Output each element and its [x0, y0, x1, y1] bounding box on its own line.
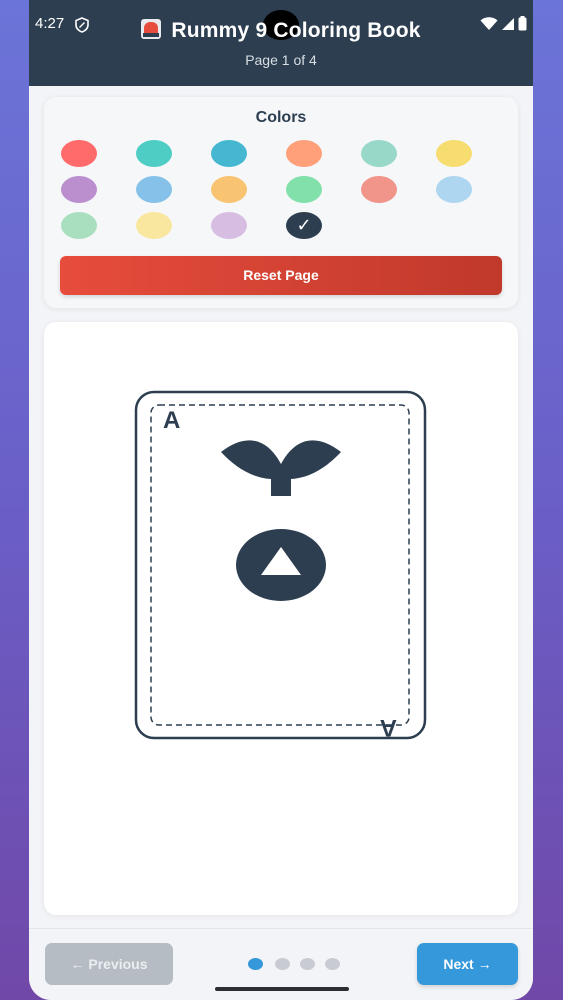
app-header: 4:27 Rummy 9 Coloring Book Page 1 of 4 — [29, 0, 533, 86]
app-title: Rummy 9 Coloring Book — [29, 19, 533, 43]
color-swatch-light-blue[interactable] — [436, 176, 472, 203]
page-dot-1[interactable] — [248, 958, 263, 970]
previous-button[interactable]: ← Previous — [45, 943, 173, 985]
page-dot-4[interactable] — [325, 958, 340, 970]
page-navigation: ← Previous Next → — [29, 928, 533, 1000]
color-swatch-yellow[interactable] — [436, 140, 472, 167]
card-game-icon — [141, 19, 162, 39]
color-swatch-pale-yellow[interactable] — [136, 212, 172, 239]
coloring-canvas[interactable]: A A — [44, 322, 518, 915]
selected-check-icon: ✓ — [296, 215, 312, 235]
color-swatch-mint[interactable] — [361, 140, 397, 167]
color-swatch-sky-blue[interactable] — [136, 176, 172, 203]
next-button[interactable]: Next → — [417, 943, 518, 985]
color-swatch-pale-green[interactable] — [61, 212, 97, 239]
rank-bottom-right: A — [380, 714, 397, 741]
page-dot-2[interactable] — [275, 958, 290, 970]
color-swatch-purple[interactable] — [61, 176, 97, 203]
color-swatch-coral[interactable] — [361, 176, 397, 203]
card-drawing[interactable]: A A — [44, 322, 518, 915]
color-swatch-salmon[interactable] — [286, 140, 322, 167]
color-swatch-red[interactable] — [61, 140, 97, 167]
home-indicator — [215, 987, 349, 991]
color-swatch-orange[interactable] — [211, 176, 247, 203]
app-screen: 4:27 Rummy 9 Coloring Book Page 1 of 4 C… — [29, 0, 533, 1000]
page-dot-3[interactable] — [300, 958, 315, 970]
color-swatch-turquoise[interactable] — [136, 140, 172, 167]
color-palette-panel: Colors ✓ Reset Page — [44, 97, 518, 308]
color-swatch-blue[interactable] — [211, 140, 247, 167]
color-swatch-lavender[interactable] — [211, 212, 247, 239]
reset-page-button[interactable]: Reset Page — [60, 256, 502, 295]
palette-title: Colors — [255, 109, 307, 126]
page-indicator: Page 1 of 4 — [245, 52, 317, 68]
app-title-text: Rummy 9 Coloring Book — [171, 19, 421, 42]
color-swatch-green[interactable] — [286, 176, 322, 203]
rank-top-left: A — [163, 407, 180, 434]
color-swatch-dark-navy[interactable]: ✓ — [286, 212, 322, 239]
